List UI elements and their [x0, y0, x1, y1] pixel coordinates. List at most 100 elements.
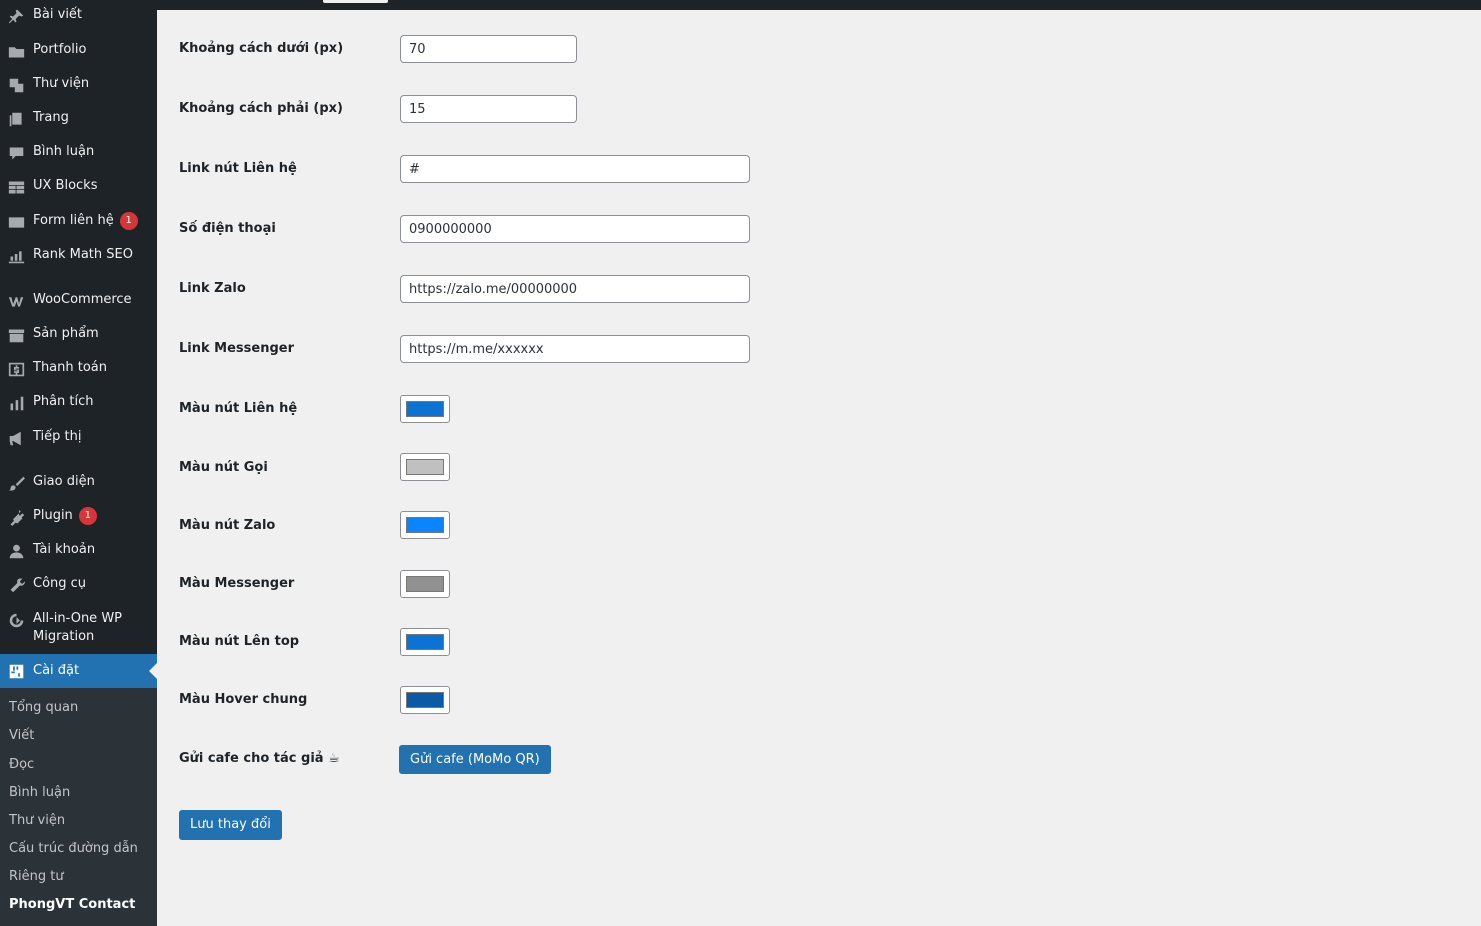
menu-item-tools[interactable]: Công cụ: [0, 575, 157, 595]
field-label-bottom-offset: Khoảng cách dưới (px): [179, 41, 344, 56]
menu-item-contact-form[interactable]: Form liên hệ 1: [0, 212, 157, 232]
mail-icon: [6, 212, 26, 232]
menu-item-migration[interactable]: All-in-One WP Migration: [0, 610, 157, 646]
save-changes-button[interactable]: Lưu thay đổi: [179, 810, 282, 840]
contact-link-input[interactable]: [400, 155, 750, 183]
back-to-top-color-picker[interactable]: [400, 628, 450, 656]
pages-icon: [6, 109, 26, 129]
menu-item-portfolio[interactable]: Portfolio: [0, 41, 157, 61]
menu-item-media[interactable]: Thư viện: [0, 75, 157, 95]
menu-item-rank-math[interactable]: Rank Math SEO: [0, 246, 157, 266]
menu-item-label: Giao diện: [33, 474, 95, 489]
menu-item-label: Trang: [33, 110, 69, 125]
field-label-zalo-link: Link Zalo: [179, 281, 246, 296]
menu-item-label: Cài đặt: [33, 663, 80, 678]
archive-icon: [6, 325, 26, 345]
migration-icon: [6, 610, 26, 630]
megaphone-icon: [6, 428, 26, 448]
right-offset-input[interactable]: [400, 95, 577, 123]
submenu-item-media[interactable]: Thư viện: [9, 813, 65, 828]
field-label-right-offset: Khoảng cách phải (px): [179, 101, 343, 116]
comment-icon: [6, 143, 26, 163]
menu-item-label: Thư viện: [33, 76, 90, 91]
zalo-color-picker[interactable]: [400, 511, 450, 539]
admin-bar: [0, 0, 1481, 10]
submenu-item-writing[interactable]: Viết: [9, 728, 34, 743]
color-swatch: [406, 459, 444, 475]
menu-item-label: Công cụ: [33, 576, 87, 591]
settings-submenu: Tổng quan Viết Đọc Bình luận Thư viện Cấ…: [0, 688, 157, 926]
coffee-momo-button[interactable]: Gửi cafe (MoMo QR): [399, 745, 551, 774]
menu-item-label: Tiếp thị: [33, 429, 82, 444]
color-label-hover: Màu Hover chung: [179, 692, 308, 707]
submenu-item-phongvt-contact[interactable]: PhongVT Contact: [9, 897, 135, 912]
color-swatch: [406, 401, 444, 417]
menu-item-settings[interactable]: Cài đặt: [0, 654, 157, 688]
color-swatch: [406, 517, 444, 533]
woo-icon: [6, 291, 26, 311]
folder-icon: [6, 41, 26, 61]
bottom-offset-input[interactable]: [400, 35, 577, 63]
menu-item-label: Plugin: [33, 508, 73, 523]
color-swatch: [406, 576, 444, 592]
notification-badge: 1: [78, 507, 97, 525]
menu-item-users[interactable]: Tài khoản: [0, 541, 157, 561]
menu-item-ux-blocks[interactable]: UX Blocks: [0, 177, 157, 197]
color-label-messenger: Màu Messenger: [179, 576, 295, 591]
media-icon: [6, 75, 26, 95]
menu-item-label: Sản phẩm: [33, 326, 99, 341]
menu-item-woocommerce[interactable]: WooCommerce: [0, 291, 157, 311]
menu-item-payments[interactable]: Thanh toán: [0, 359, 157, 379]
messenger-link-input[interactable]: [400, 335, 750, 363]
menu-item-label: UX Blocks: [33, 178, 98, 193]
menu-item-marketing[interactable]: Tiếp thị: [0, 428, 157, 448]
menu-item-label: WooCommerce: [33, 292, 132, 307]
submenu-item-discussion[interactable]: Bình luận: [9, 785, 70, 800]
grid-icon: [6, 177, 26, 197]
menu-item-label: Form liên hệ: [33, 213, 114, 228]
call-color-picker[interactable]: [400, 453, 450, 481]
field-label-contact-link: Link nút Liên hệ: [179, 161, 297, 176]
menu-item-appearance[interactable]: Giao diện: [0, 473, 157, 493]
submenu-item-permalinks[interactable]: Cấu trúc đường dẫn: [9, 841, 138, 856]
messenger-color-picker[interactable]: [400, 570, 450, 598]
menu-item-label: Tài khoản: [33, 542, 96, 557]
color-label-zalo: Màu nút Zalo: [179, 518, 276, 533]
plug-icon: [6, 507, 26, 527]
menu-item-label: Bình luận: [33, 144, 95, 159]
chart-icon: [6, 246, 26, 266]
menu-item-comments[interactable]: Bình luận: [0, 143, 157, 163]
menu-item-label: Rank Math SEO: [33, 247, 133, 262]
field-label-messenger-link: Link Messenger: [179, 341, 295, 356]
submenu-item-reading[interactable]: Đọc: [9, 757, 34, 772]
menu-item-plugins[interactable]: Plugin 1: [0, 507, 157, 527]
menu-item-pages[interactable]: Trang: [0, 109, 157, 129]
menu-item-label: All-in-One WP Migration: [33, 611, 123, 644]
dollar-icon: [6, 359, 26, 379]
submenu-item-privacy[interactable]: Riêng tư: [9, 869, 64, 884]
menu-item-products[interactable]: Sản phẩm: [0, 325, 157, 345]
color-label-top: Màu nút Lên top: [179, 634, 300, 649]
zalo-link-input[interactable]: [400, 275, 750, 303]
bar-chart-icon: [6, 393, 26, 413]
menu-item-label: Portfolio: [33, 42, 87, 57]
hover-color-picker[interactable]: [400, 686, 450, 714]
color-label-call: Màu nút Gọi: [179, 460, 268, 475]
menu-item-analytics[interactable]: Phân tích: [0, 393, 157, 413]
coffee-label: Gửi cafe cho tác giả ☕: [179, 751, 340, 766]
user-icon: [6, 541, 26, 561]
admin-bar-highlight: [323, 0, 388, 3]
phone-input[interactable]: [400, 215, 750, 243]
contact-color-picker[interactable]: [400, 395, 450, 423]
field-label-phone: Số điện thoại: [179, 221, 276, 236]
wrench-icon: [6, 575, 26, 595]
brush-icon: [6, 473, 26, 493]
menu-item-label: Thanh toán: [33, 360, 108, 375]
menu-item-label: Phân tích: [33, 394, 94, 409]
settings-icon: [6, 661, 26, 681]
color-label-contact: Màu nút Liên hệ: [179, 401, 298, 416]
submenu-item-general[interactable]: Tổng quan: [9, 700, 78, 715]
menu-item-posts[interactable]: Bài viết: [0, 6, 157, 26]
notification-badge: 1: [119, 212, 138, 230]
menu-item-label: Bài viết: [33, 7, 83, 22]
